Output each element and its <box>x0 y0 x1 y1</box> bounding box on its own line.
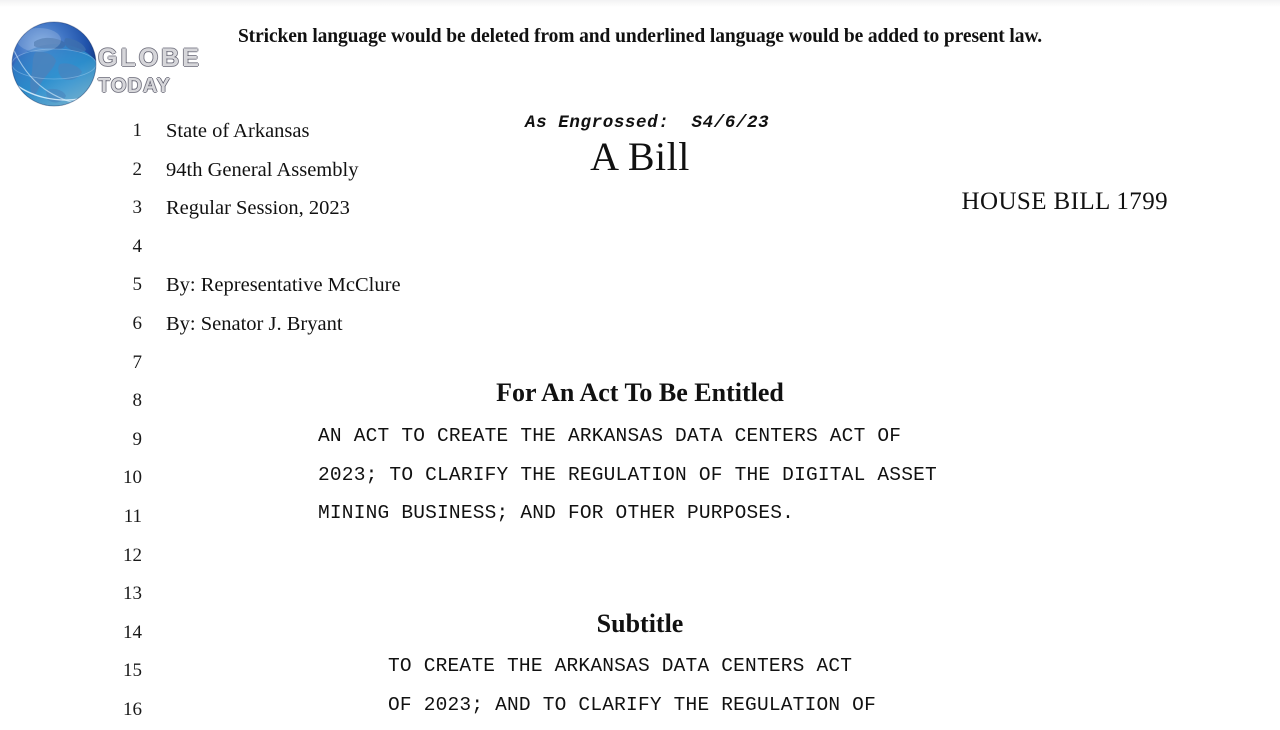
watermark-line-2: TODAY <box>98 75 171 97</box>
line-number: 13 <box>123 583 142 605</box>
subtitle-line: TO CREATE THE ARKANSAS DATA CENTERS ACT <box>388 655 853 677</box>
act-title-text: AN ACT TO CREATE THE ARKANSAS DATA CENTE… <box>318 417 937 533</box>
line-number: 4 <box>132 235 143 257</box>
line-number: 6 <box>132 312 143 334</box>
watermark-text: GLOBE TODAY <box>98 44 202 97</box>
line-number: 5 <box>132 274 143 296</box>
session-line: Regular Session, 2023 <box>166 197 350 220</box>
line-number: 11 <box>123 505 142 527</box>
bill-number: HOUSE BILL 1799 <box>961 188 1168 215</box>
subtitle-line: OF 2023; AND TO CLARIFY THE REGULATION O… <box>388 693 876 716</box>
sponsor-senator-line: By: Senator J. Bryant <box>166 312 343 335</box>
line-number: 7 <box>132 351 143 373</box>
line-number: 15 <box>123 660 142 682</box>
line-number: 9 <box>132 428 143 450</box>
top-edge-band <box>0 0 1280 7</box>
act-title-line: 2023; TO CLARIFY THE REGULATION OF THE D… <box>318 463 937 486</box>
subtitle-text: TO CREATE THE ARKANSAS DATA CENTERS ACT … <box>388 647 876 724</box>
for-an-act-heading: For An Act To Be Entitled <box>496 378 784 407</box>
watermark-line-1: GLOBE <box>98 44 202 72</box>
sponsor-representative-line: By: Representative McClure <box>166 274 401 297</box>
line-number: 16 <box>123 698 142 720</box>
as-engrossed-stamp: As Engrossed: S4/6/23 <box>525 113 770 133</box>
page-title: A Bill <box>590 134 690 179</box>
line-number: 3 <box>132 197 143 219</box>
line-number: 10 <box>123 467 142 489</box>
subtitle-heading: Subtitle <box>596 609 684 638</box>
line-number: 12 <box>123 544 142 566</box>
act-title-line: MINING BUSINESS; AND FOR OTHER PURPOSES. <box>318 502 795 525</box>
act-title-line: AN ACT TO CREATE THE ARKANSAS DATA CENTE… <box>318 425 902 447</box>
stricken-language-notice: Stricken language would be deleted from … <box>237 26 1043 47</box>
